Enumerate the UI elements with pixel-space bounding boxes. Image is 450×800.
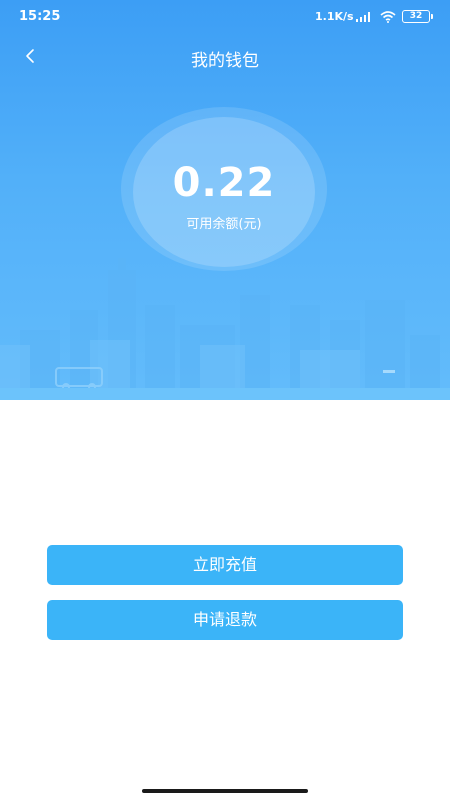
navigation-bar: 我的钱包 bbox=[0, 34, 450, 80]
status-bar: 15:25 1.1K/s 32 bbox=[0, 0, 450, 34]
header-bottom-strip bbox=[0, 388, 450, 400]
city-skyline-illustration bbox=[0, 258, 440, 400]
refund-button[interactable]: 申请退款 bbox=[47, 600, 403, 640]
home-indicator[interactable] bbox=[142, 789, 308, 793]
page-title: 我的钱包 bbox=[191, 51, 259, 71]
wifi-icon bbox=[380, 11, 396, 23]
status-time: 15:25 bbox=[19, 9, 61, 24]
network-speed: 1.1K/s bbox=[315, 10, 354, 23]
recharge-button[interactable]: 立即充值 bbox=[47, 545, 403, 585]
balance-label: 可用余额(元) bbox=[186, 217, 262, 232]
balance-amount: 0.22 bbox=[172, 160, 276, 206]
signal-icon bbox=[356, 12, 370, 22]
battery-icon: 32 bbox=[402, 10, 433, 23]
